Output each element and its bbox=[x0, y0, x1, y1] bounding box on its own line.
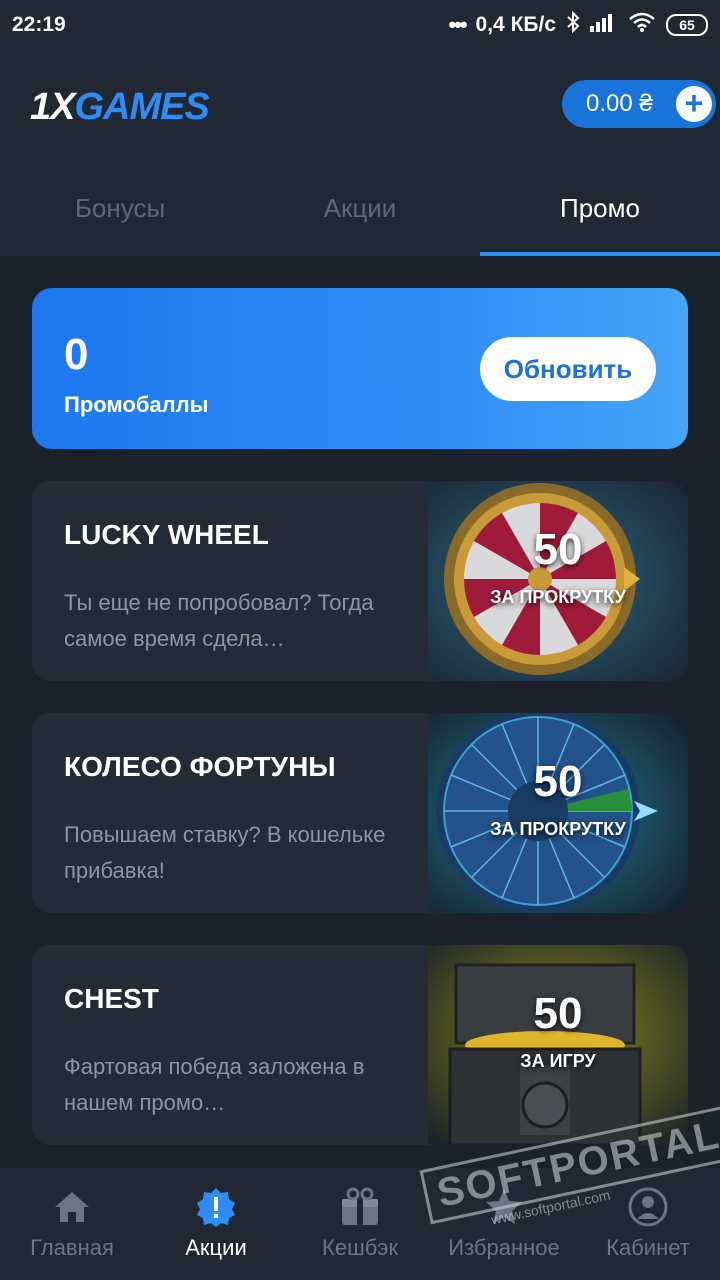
status-time: 22:19 bbox=[12, 13, 66, 36]
balance-button[interactable]: 0.00 ₴ + bbox=[562, 80, 716, 128]
battery-indicator: 65 bbox=[666, 14, 708, 36]
game-title: КОЛЕСО ФОРТУНЫ bbox=[64, 751, 336, 782]
lucky-wheel-art: 50 ЗА ПРОКРУТКУ bbox=[428, 481, 688, 681]
network-speed: 0,4 КБ/с bbox=[475, 13, 556, 36]
game-card-chest[interactable]: CHEST Фартовая победа заложена в нашем п… bbox=[32, 945, 688, 1145]
app-logo[interactable]: 1XGAMES bbox=[30, 86, 210, 129]
game-cost: 50 bbox=[533, 525, 583, 574]
status-bar: 22:19 ••• 0,4 КБ/с 65 bbox=[0, 0, 720, 50]
game-cost: 50 bbox=[533, 757, 583, 806]
game-title: CHEST bbox=[64, 983, 159, 1014]
promo-alert-icon bbox=[196, 1187, 236, 1227]
chest-art: 50 ЗА ИГРУ bbox=[428, 945, 688, 1145]
game-cost-unit: ЗА ПРОКРУТКУ bbox=[490, 587, 626, 607]
app-header: 1XGAMES 0.00 ₴ + bbox=[0, 50, 720, 165]
nav-label: Кешбэк bbox=[322, 1235, 398, 1260]
star-icon bbox=[484, 1187, 524, 1227]
user-icon bbox=[628, 1187, 668, 1227]
tab-promo[interactable]: Промо bbox=[480, 165, 720, 256]
tabs-bar: Бонусы Акции Промо bbox=[0, 165, 720, 256]
nav-label: Главная bbox=[30, 1235, 114, 1260]
fortune-wheel-art: 50 ЗА ПРОКРУТКУ bbox=[428, 713, 688, 913]
nav-label: Избранное bbox=[448, 1235, 560, 1260]
promo-points-card: 0 Промобаллы Обновить bbox=[32, 288, 688, 449]
game-card-fortune-wheel[interactable]: КОЛЕСО ФОРТУНЫ Повышаем ставку? В кошель… bbox=[32, 713, 688, 913]
promo-points-value: 0 bbox=[64, 330, 89, 379]
game-description: Фартовая победа заложена в нашем промо… bbox=[64, 1054, 365, 1115]
nav-item-cashback[interactable]: Кешбэк bbox=[288, 1168, 432, 1280]
nav-item-favorites[interactable]: Избранное bbox=[432, 1168, 576, 1280]
refresh-button[interactable]: Обновить bbox=[480, 337, 656, 401]
game-cost: 50 bbox=[533, 989, 583, 1038]
game-description: Повышаем ставку? В кошельке прибавка! bbox=[64, 822, 386, 883]
promo-points-label: Промобаллы bbox=[64, 392, 209, 417]
nav-label: Акции bbox=[185, 1235, 247, 1260]
more-dots-icon: ••• bbox=[448, 12, 467, 37]
game-cost-unit: ЗА ИГРУ bbox=[520, 1051, 596, 1071]
add-funds-plus-icon[interactable]: + bbox=[676, 86, 712, 122]
status-indicators: ••• 0,4 КБ/с 65 bbox=[448, 10, 708, 39]
game-description: Ты еще не попробовал? Тогда самое время … bbox=[64, 590, 374, 651]
logo-suffix: GAMES bbox=[74, 86, 209, 128]
gift-box-icon bbox=[340, 1187, 380, 1227]
tab-bonuses[interactable]: Бонусы bbox=[0, 165, 240, 256]
nav-label: Кабинет bbox=[606, 1235, 690, 1260]
nav-item-home[interactable]: Главная bbox=[0, 1168, 144, 1280]
game-title: LUCKY WHEEL bbox=[64, 519, 269, 550]
bottom-navigation: Главная Акции Кешбэк Избранное Кабинет bbox=[0, 1168, 720, 1280]
game-cost-unit: ЗА ПРОКРУТКУ bbox=[490, 819, 626, 839]
balance-amount: 0.00 ₴ bbox=[586, 90, 653, 117]
signal-icon bbox=[590, 12, 618, 38]
bluetooth-icon bbox=[566, 10, 580, 39]
home-icon bbox=[52, 1187, 92, 1227]
nav-item-promotions[interactable]: Акции bbox=[144, 1168, 288, 1280]
tab-promotions[interactable]: Акции bbox=[240, 165, 480, 256]
logo-prefix: 1X bbox=[30, 86, 75, 128]
nav-item-account[interactable]: Кабинет bbox=[576, 1168, 720, 1280]
wifi-icon bbox=[628, 11, 656, 39]
game-card-lucky-wheel[interactable]: LUCKY WHEEL Ты еще не попробовал? Тогда … bbox=[32, 481, 688, 681]
